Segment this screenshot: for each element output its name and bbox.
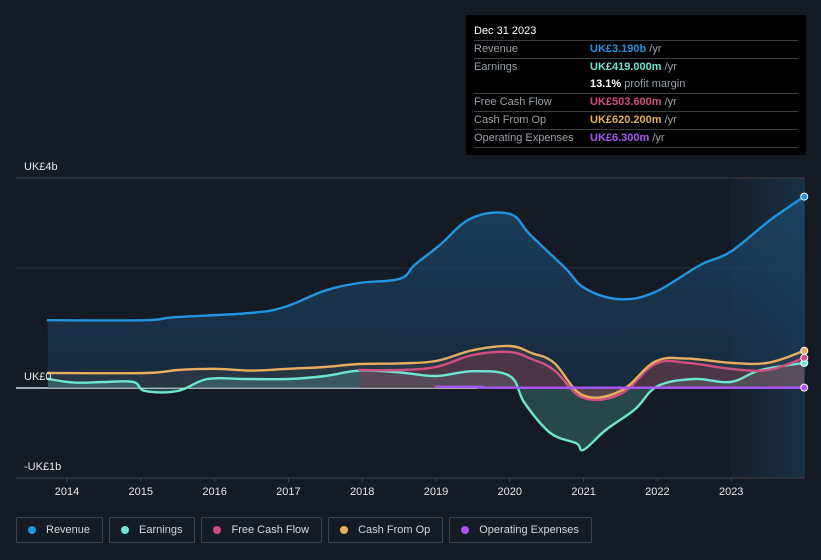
x-tick-label: 2015 [129, 486, 153, 498]
tooltip-row: Cash From Op UK£620.200m/yr [474, 112, 798, 130]
tooltip-date: Dec 31 2023 [474, 23, 798, 41]
tooltip-row-label: Revenue [474, 43, 519, 55]
tooltip-row-unit: /yr [664, 61, 677, 73]
x-tick-label: 2014 [55, 486, 79, 498]
legend-item-free-cash-flow[interactable]: Free Cash Flow [201, 517, 323, 543]
x-tick-label: 2020 [498, 486, 522, 498]
legend-item-revenue[interactable]: Revenue [16, 517, 104, 543]
x-tick-label: 2022 [645, 486, 669, 498]
tooltip-row: Revenue UK£3.190b/yr [474, 41, 798, 59]
legend-label: Free Cash Flow [231, 524, 310, 536]
line-operating-expenses [434, 385, 806, 389]
tooltip-row-label: Free Cash Flow [474, 96, 552, 108]
tooltip-row-unit: /yr [664, 96, 677, 108]
x-tick-label: 2018 [350, 486, 374, 498]
tooltip-row-unit: /yr [664, 114, 677, 126]
legend-item-earnings[interactable]: Earnings [109, 517, 196, 543]
legend-label: Revenue [46, 524, 91, 536]
legend-label: Operating Expenses [479, 524, 579, 536]
legend-item-cash-from-op[interactable]: Cash From Op [328, 517, 444, 543]
end-marker-cash-from-op [800, 346, 809, 355]
series-areas [47, 196, 805, 451]
tooltip-row-unit: profit margin [624, 78, 686, 90]
legend-dot-icon [213, 526, 222, 534]
tooltip: Dec 31 2023 Revenue UK£3.190b/yr Earnings U… [466, 15, 806, 155]
tooltip-row-value: UK£3.190b [590, 43, 647, 55]
y-tick-label: UK£0 [24, 371, 52, 383]
x-tick-label: 2019 [424, 486, 448, 498]
tooltip-row: Earnings UK£419.000m/yr [474, 59, 798, 76]
y-tick-label: -UK£1b [24, 461, 61, 473]
x-tick-label: 2016 [202, 486, 226, 498]
tooltip-row-value: UK£419.000m [590, 61, 662, 73]
tooltip-row-label: Cash From Op [474, 114, 547, 126]
legend-dot-icon [340, 526, 349, 534]
tooltip-row-value: UK£6.300m [590, 132, 650, 144]
tooltip-row: Free Cash Flow UK£503.600m/yr [474, 94, 798, 112]
tooltip-row: Operating Expenses UK£6.300m/yr [474, 130, 798, 148]
tooltip-row-value: UK£620.200m [590, 114, 662, 126]
y-tick-label: UK£4b [24, 161, 58, 173]
tooltip-row-unit: /yr [649, 43, 662, 55]
tooltip-row-value: UK£503.600m [590, 96, 662, 108]
end-marker-free-cash-flow [800, 353, 809, 362]
x-tick-label: 2017 [276, 486, 300, 498]
end-marker-operating-expenses [800, 383, 809, 392]
tooltip-row-label [474, 76, 590, 93]
tooltip-row-unit: /yr [652, 132, 665, 144]
tooltip-row-value: 13.1% [590, 78, 622, 90]
x-tick-label: 2023 [719, 486, 743, 498]
legend-item-operating-expenses[interactable]: Operating Expenses [449, 517, 592, 543]
tooltip-row-label: Operating Expenses [474, 132, 574, 144]
legend-dot-icon [121, 526, 130, 534]
tooltip-row: 13.1% profit margin [474, 76, 798, 94]
legend-dot-icon [461, 526, 470, 534]
legend-dot-icon [28, 526, 36, 534]
x-tick-label: 2021 [571, 486, 595, 498]
legend: Revenue Earnings Free Cash Flow Cash From O… [16, 517, 592, 543]
end-marker-revenue [800, 192, 809, 201]
legend-label: Cash From Op [358, 524, 431, 536]
tooltip-row-label: Earnings [474, 61, 518, 73]
legend-label: Earnings [139, 524, 183, 536]
